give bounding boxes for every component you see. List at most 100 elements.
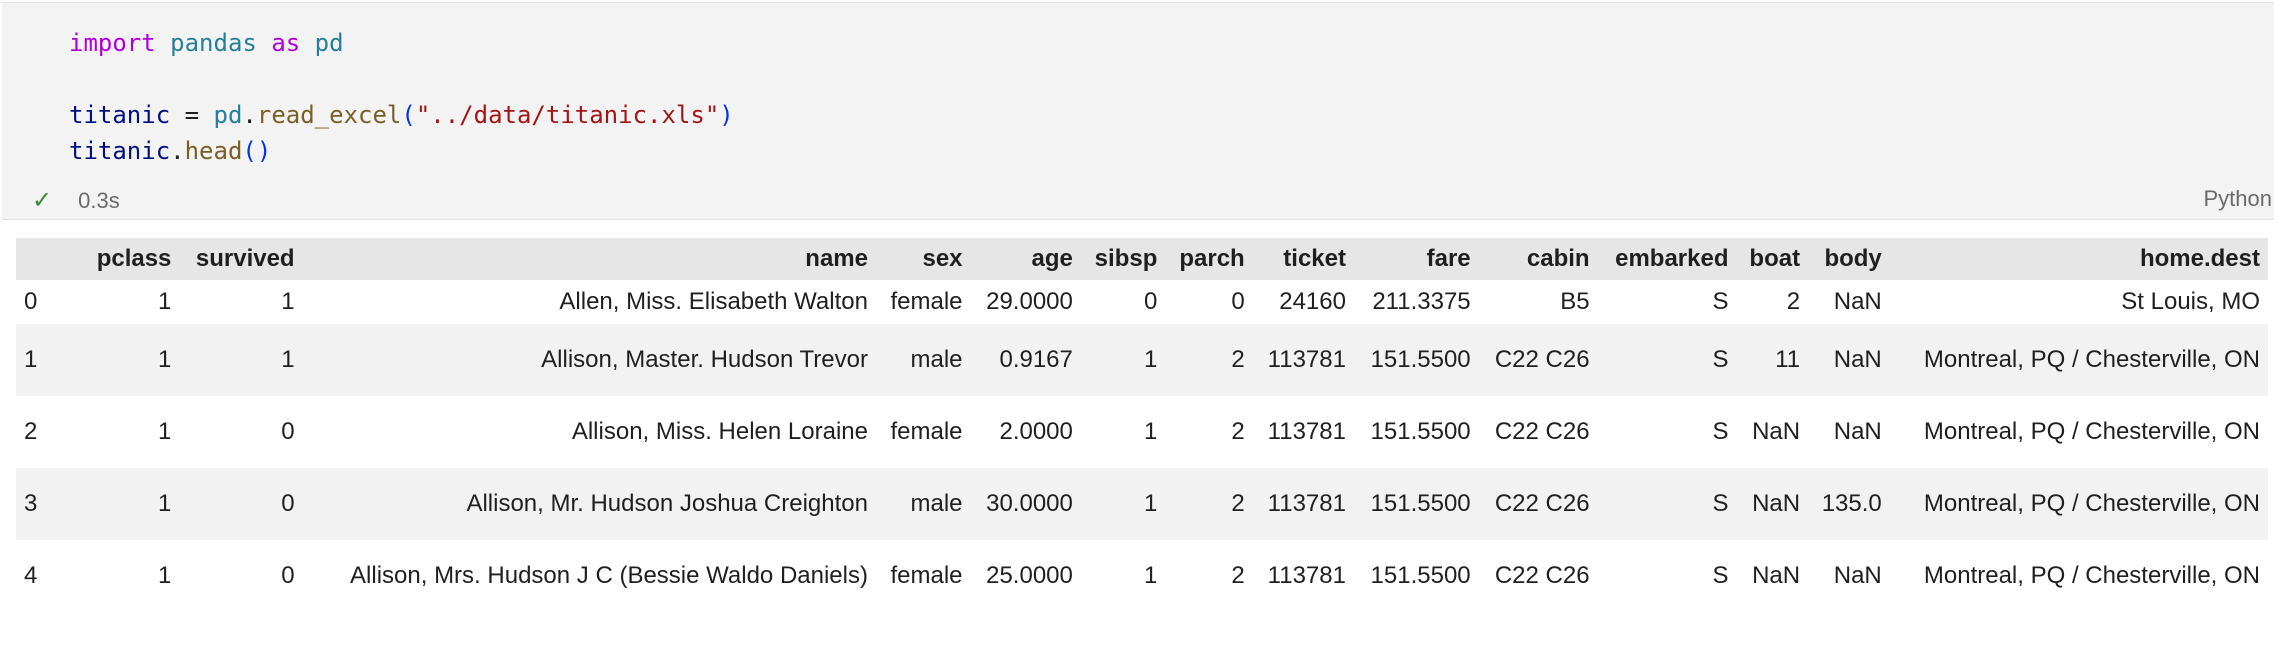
code-cell[interactable]: import pandas as pd titanic = pd.read_exc… — [2, 2, 2274, 220]
table-cell: NaN — [1752, 490, 1801, 517]
table-cell: 0 — [1144, 288, 1158, 315]
table-cell: 0 — [281, 418, 295, 445]
table-cell: NaN — [1833, 346, 1882, 373]
code-token: . — [242, 101, 257, 129]
table-cell: 1 — [158, 418, 172, 445]
row-index: 4 — [24, 562, 38, 589]
code-token: ) — [719, 101, 734, 129]
table-cell: 151.5500 — [1370, 490, 1471, 517]
column-header: embarked — [1615, 245, 1729, 272]
table-cell: 151.5500 — [1370, 562, 1471, 589]
table-row: 1 1 1 Allison, Master. Hudson Trevor male 0.9… — [16, 324, 2268, 396]
column-header: pclass — [96, 245, 172, 272]
row-index: 1 — [24, 346, 38, 373]
table-cell: Montreal, PQ / Chesterville, ON — [1923, 346, 2260, 373]
table-row: 4 1 0 Allison, Mrs. Hudson J C (Bessie Wald… — [16, 540, 2268, 612]
table-cell: NaN — [1752, 562, 1801, 589]
table-cell: 30.0000 — [986, 490, 1073, 517]
table-cell: B5 — [1560, 288, 1590, 315]
code-token: "../data/titanic.xls" — [415, 101, 720, 129]
row-index: 2 — [24, 418, 38, 445]
execution-status: ✓ 0.3s — [32, 186, 120, 215]
table-cell: 25.0000 — [986, 562, 1073, 589]
table-cell: 24160 — [1279, 288, 1346, 315]
table-cell: 1 — [158, 346, 172, 373]
column-header: home.dest — [2139, 245, 2260, 272]
table-cell: C22 C26 — [1494, 346, 1590, 373]
table-cell: NaN — [1833, 562, 1882, 589]
code-line: import pandas as pd — [69, 25, 734, 61]
column-header: sex — [922, 245, 963, 272]
table-cell: Montreal, PQ / Chesterville, ON — [1923, 418, 2260, 445]
table-cell: 113781 — [1267, 418, 1346, 445]
table-cell: NaN — [1833, 288, 1882, 315]
table-cell: S — [1712, 418, 1729, 445]
table-row: 0 1 1 Allen, Miss. Elisabeth Walton female 29… — [16, 280, 2268, 324]
table-cell: St Louis, MO — [2121, 288, 2260, 315]
cell-language[interactable]: Python — [2204, 186, 2273, 212]
column-header: age — [1031, 245, 1073, 272]
row-index: 3 — [24, 490, 38, 517]
column-header: body — [1824, 245, 1882, 272]
table-cell: Allison, Master. Hudson Trevor — [541, 346, 868, 373]
table-cell: 113781 — [1267, 346, 1346, 373]
column-header: sibsp — [1094, 245, 1158, 272]
table-cell: Allen, Miss. Elisabeth Walton — [559, 288, 868, 315]
table-row: 3 1 0 Allison, Mr. Hudson Joshua Creighton m… — [16, 468, 2268, 540]
column-header: name — [805, 245, 868, 272]
table-cell: 1 — [158, 288, 172, 315]
table-cell: Allison, Mr. Hudson Joshua Creighton — [466, 490, 868, 517]
table-cell: Montreal, PQ / Chesterville, ON — [1923, 490, 2260, 517]
table-cell: 151.5500 — [1370, 418, 1471, 445]
code-editor[interactable]: import pandas as pd titanic = pd.read_exc… — [69, 25, 734, 169]
table-cell: 2.0000 — [999, 418, 1073, 445]
table-cell: 1 — [281, 346, 295, 373]
code-token: pd — [213, 101, 243, 129]
row-index: 0 — [24, 288, 38, 315]
table-cell: S — [1712, 562, 1729, 589]
code-token: read_excel — [256, 101, 402, 129]
code-token: = — [170, 101, 214, 129]
table-cell: 1 — [1144, 418, 1158, 445]
code-token: titanic — [69, 101, 171, 129]
column-header: parch — [1179, 245, 1245, 272]
code-token: pd — [314, 29, 344, 57]
table-cell: 1 — [1144, 562, 1158, 589]
code-token: . — [170, 137, 185, 165]
output-dataframe: pclass survived name sex age sibsp parch ticket… — [16, 238, 2268, 612]
table-cell: 29.0000 — [986, 288, 1073, 315]
check-icon: ✓ — [32, 187, 53, 214]
table-cell: Allison, Miss. Helen Loraine — [571, 418, 868, 445]
table-cell: 1 — [1144, 490, 1158, 517]
table-cell: C22 C26 — [1494, 562, 1590, 589]
column-header: boat — [1749, 245, 1801, 272]
table-cell: 151.5500 — [1370, 346, 1471, 373]
code-token: ( — [401, 101, 416, 129]
table-cell: male — [910, 346, 963, 373]
column-header: ticket — [1283, 245, 1346, 272]
table-cell: Montreal, PQ / Chesterville, ON — [1923, 562, 2260, 589]
column-header: survived — [195, 245, 295, 272]
table-cell: 1 — [1144, 346, 1158, 373]
table-cell: S — [1712, 346, 1729, 373]
table-cell: Allison, Mrs. Hudson J C (Bessie Waldo D… — [350, 562, 868, 589]
table-cell: 1 — [158, 562, 172, 589]
code-line: titanic.head() — [69, 133, 734, 169]
table-cell: 0 — [281, 562, 295, 589]
code-token: import — [69, 29, 156, 57]
code-token: titanic — [69, 137, 171, 165]
table-cell: female — [890, 288, 963, 315]
code-token: () — [242, 137, 272, 165]
code-token: head — [184, 137, 243, 165]
code-token: pandas — [170, 29, 257, 57]
table-cell: 0 — [1231, 288, 1245, 315]
table-cell: male — [910, 490, 963, 517]
table-cell: 2 — [1231, 490, 1245, 517]
table-cell: S — [1712, 288, 1729, 315]
table-cell: 211.3375 — [1372, 288, 1471, 315]
table-cell: 2 — [1231, 346, 1245, 373]
table-cell: 1 — [281, 288, 295, 315]
